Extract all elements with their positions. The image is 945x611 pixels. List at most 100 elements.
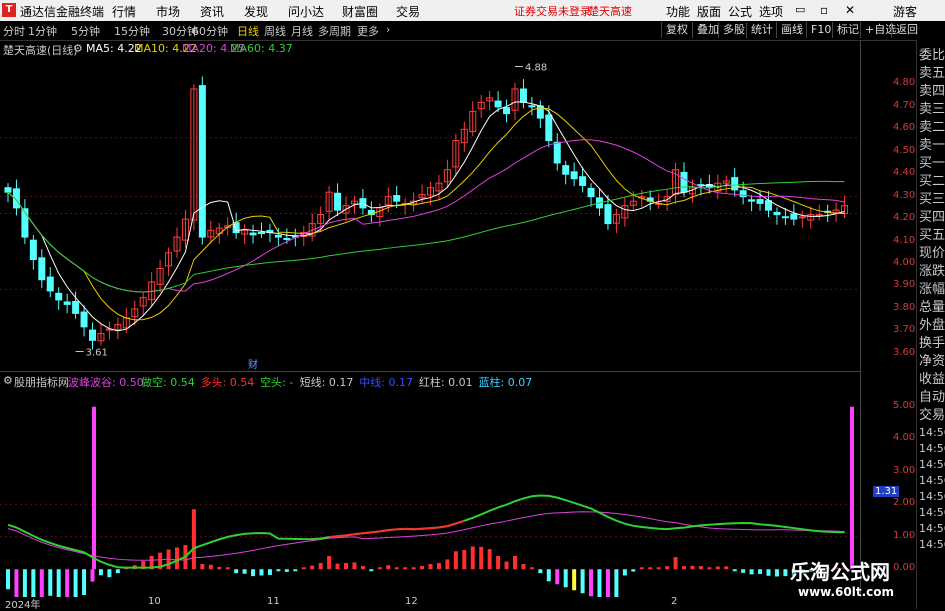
price-tick: 4.30 [893, 189, 916, 201]
restore-icon[interactable]: ▫ [820, 3, 828, 17]
price-tick: 4.80 [893, 77, 916, 89]
menu-discover[interactable]: 发现 [244, 3, 268, 20]
date-label: 2 [671, 596, 678, 607]
side-panel-item[interactable]: 14:56 [919, 442, 945, 455]
side-panel-item[interactable]: 卖五 [919, 62, 945, 81]
side-panel-item[interactable]: 自动 [919, 386, 945, 405]
period-15min[interactable]: 15分钟 [114, 23, 150, 39]
menu-options[interactable]: 选项 [759, 3, 783, 20]
indicator-chart[interactable] [0, 371, 860, 597]
candle-body [29, 239, 37, 261]
login-notice[interactable]: 证券交易未登录 [514, 3, 591, 19]
candle-body [249, 232, 257, 236]
more-chevron-icon[interactable]: › [386, 23, 390, 36]
menu-wealth[interactable]: 财富圈 [342, 3, 378, 20]
side-panel-item[interactable]: 委比 [919, 44, 945, 63]
toolbar-mark[interactable]: 标记 [832, 22, 863, 38]
menu-market[interactable]: 市场 [156, 3, 180, 20]
minimize-icon[interactable]: ▭ [795, 3, 805, 16]
indicator-bar [403, 567, 408, 570]
menu-function[interactable]: 功能 [666, 3, 690, 20]
side-panel-item[interactable]: 涨幅 [919, 278, 945, 297]
toolbar-stats[interactable]: 统计 [746, 22, 777, 38]
side-panel-item[interactable]: 14:56 [919, 458, 945, 471]
indicator-bar [56, 569, 61, 597]
indicator-bar [605, 569, 610, 597]
side-panel-item[interactable]: 交易 [919, 404, 945, 423]
side-panel-item[interactable]: 14:56 [919, 522, 945, 535]
price-tick: 4.40 [893, 167, 916, 179]
indicator-bar [487, 549, 492, 570]
menu-ask[interactable]: 问小达 [288, 3, 324, 20]
price-tick: 4.10 [893, 234, 916, 246]
candle-body [579, 176, 587, 186]
side-panel-item[interactable]: 买二 [919, 170, 945, 189]
side-panel-item[interactable]: 14:56 [919, 538, 945, 551]
menu-news[interactable]: 资讯 [200, 3, 224, 20]
settings-icon[interactable]: ⚙ [73, 42, 83, 55]
period-weekly[interactable]: 周线 [264, 23, 286, 39]
side-panel-item[interactable]: 14:56 [919, 490, 945, 503]
menu-trade[interactable]: 交易 [396, 3, 420, 20]
candle-body [4, 187, 12, 193]
menu-formula[interactable]: 公式 [728, 3, 752, 20]
toolbar-adjust[interactable]: 复权 [661, 22, 692, 38]
period-60min[interactable]: 60分钟 [192, 23, 228, 39]
period-5min[interactable]: 5分钟 [71, 23, 100, 39]
side-panel-item[interactable]: 现价 [919, 242, 945, 261]
price-tick: 4.20 [893, 212, 916, 224]
menu-quote[interactable]: 行情 [112, 3, 136, 20]
guest-user[interactable]: 游客 [893, 3, 917, 20]
side-panel-item[interactable]: 卖四 [919, 80, 945, 99]
date-label: 11 [267, 596, 280, 607]
price-chart[interactable]: 4.88 3.61 财 [0, 40, 860, 370]
period-timeshare[interactable]: 分时 [3, 23, 25, 39]
indicator-bar [301, 567, 306, 570]
side-panel-item[interactable]: 14:56 [919, 426, 945, 439]
period-monthly[interactable]: 月线 [291, 23, 313, 39]
price-tick: 3.70 [893, 324, 916, 336]
indicator-legend-item: 空头: - [260, 376, 294, 389]
close-icon[interactable]: ✕ [845, 3, 855, 17]
indicator-tick: 0.00 [893, 562, 916, 574]
side-panel-item[interactable]: 涨跌 [919, 260, 945, 279]
indicator-bar [597, 569, 602, 597]
indicator-settings-icon[interactable]: ⚙ [3, 374, 13, 387]
indicator-bar [335, 563, 340, 570]
toolbar-draw[interactable]: 画线 [776, 22, 807, 38]
side-panel-item[interactable]: 总量 [919, 296, 945, 315]
indicator-bar [766, 569, 771, 576]
side-panel-item[interactable]: 买三 [919, 188, 945, 207]
toolbar-back[interactable]: 返回 [891, 22, 922, 38]
period-more[interactable]: 更多 [357, 23, 379, 39]
side-panel-item[interactable]: 换手 [919, 332, 945, 351]
side-panel-item[interactable]: 卖三 [919, 98, 945, 117]
period-multi[interactable]: 多周期 [318, 23, 351, 39]
side-panel-item[interactable]: 14:56 [919, 506, 945, 519]
indicator-bar [386, 565, 391, 570]
indicator-bar [504, 561, 509, 570]
candle-body [283, 238, 291, 241]
menu-layout[interactable]: 版面 [697, 3, 721, 20]
side-panel-item[interactable]: 净资 [919, 350, 945, 369]
side-panel-item[interactable]: 卖二 [919, 116, 945, 135]
indicator-bar [436, 563, 441, 570]
side-panel-item[interactable]: 外盘 [919, 314, 945, 333]
indicator-bar [479, 546, 484, 570]
indicator-bar [758, 569, 763, 574]
period-daily[interactable]: 日线 [237, 23, 259, 39]
candle-body [587, 187, 595, 198]
side-panel-item[interactable]: 买一 [919, 152, 945, 171]
indicator-bar [225, 567, 230, 570]
ma-line [7, 139, 845, 293]
side-panel-item[interactable]: 卖一 [919, 134, 945, 153]
toolbar-multistock[interactable]: 多股 [718, 22, 749, 38]
side-panel-item[interactable]: 14:56 [919, 474, 945, 487]
toolbar-f10[interactable]: F10 [806, 22, 835, 38]
candle-body [63, 301, 71, 305]
period-1min[interactable]: 1分钟 [28, 23, 57, 39]
side-panel-item[interactable]: 买五 [919, 224, 945, 243]
side-panel-item[interactable]: 收益 [919, 368, 945, 387]
side-panel-item[interactable]: 买四 [919, 206, 945, 225]
low-label: 3.61 [86, 348, 108, 359]
